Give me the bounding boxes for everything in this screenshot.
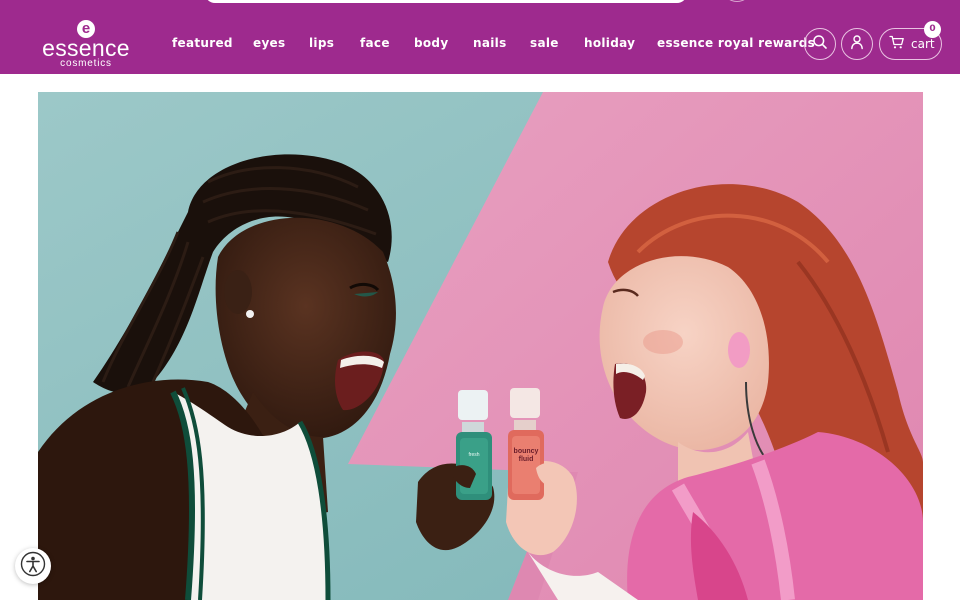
hero-banner[interactable]: fresh bouncy fluid	[38, 92, 923, 600]
accessibility-icon	[20, 551, 46, 581]
nav-item-lips[interactable]: lips	[309, 36, 334, 50]
nav-item-nails[interactable]: nails	[473, 36, 507, 50]
nav-item-featured[interactable]: featured	[172, 36, 233, 50]
nav-item-sale[interactable]: sale	[530, 36, 559, 50]
search-bar[interactable]	[205, 0, 687, 3]
cart-count-badge: 0	[924, 21, 941, 38]
right-bottle-label: bouncy fluid	[513, 448, 539, 463]
cart-label: cart	[911, 37, 935, 51]
brand-logo[interactable]: e essence cosmetics	[40, 20, 132, 69]
left-bottle-label: fresh	[468, 452, 480, 458]
top-circle-button[interactable]	[722, 0, 752, 2]
nav-item-body[interactable]: body	[414, 36, 448, 50]
search-button[interactable]	[804, 28, 836, 60]
cart-icon	[889, 34, 905, 54]
account-button[interactable]	[841, 28, 873, 60]
nav-item-face[interactable]: face	[360, 36, 390, 50]
nav-item-eyes[interactable]: eyes	[253, 36, 285, 50]
hero-illustration	[38, 92, 923, 600]
brand-name: essence	[42, 35, 130, 61]
user-icon	[849, 34, 865, 54]
accessibility-button[interactable]	[15, 548, 51, 584]
nav-item-royal-rewards[interactable]: essence royal rewards	[657, 36, 815, 50]
search-icon	[812, 34, 828, 54]
nav-item-holiday[interactable]: holiday	[584, 36, 635, 50]
right-bottle	[508, 388, 544, 500]
site-header: e essence cosmetics featured eyes lips f…	[0, 0, 960, 74]
